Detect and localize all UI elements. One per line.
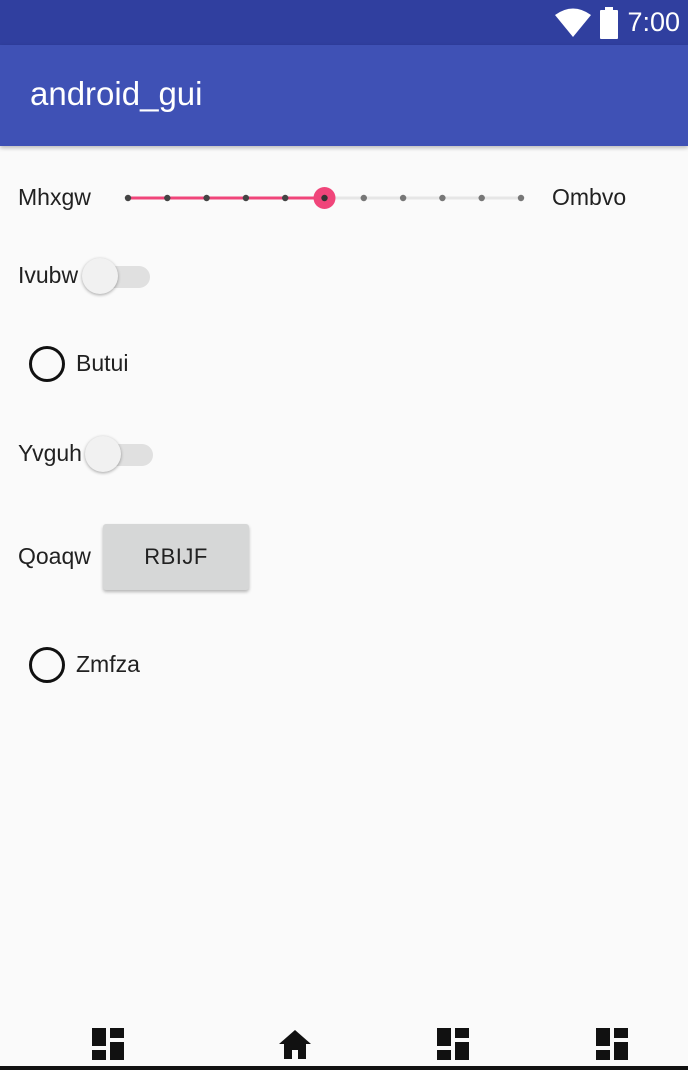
radio-ring xyxy=(29,647,65,683)
switch-thumb[interactable] xyxy=(82,258,118,294)
status-time: 7:00 xyxy=(627,7,680,37)
switch-thumb[interactable] xyxy=(85,436,121,472)
seekbar-thumb-center xyxy=(321,194,328,202)
seekbar-tick-mark xyxy=(478,194,485,202)
app-title: android_gui xyxy=(30,75,203,112)
wifi-icon xyxy=(555,8,592,37)
switch-label-yvguh: Yvguh xyxy=(18,440,82,466)
seekbar-tick-mark xyxy=(242,194,250,202)
seekbar-start-label: Mhxgw xyxy=(18,184,91,210)
dashboard-icon[interactable] xyxy=(435,1026,471,1062)
navigation-bar xyxy=(0,1020,688,1070)
button-row-label: Qoaqw xyxy=(18,543,91,569)
status-bar: 7:00 xyxy=(0,0,688,45)
battery-icon xyxy=(600,6,619,39)
dashboard-icon[interactable] xyxy=(594,1026,630,1062)
radio-zmfza[interactable] xyxy=(27,645,67,685)
radio-label-zmfza[interactable]: Zmfza xyxy=(76,651,140,678)
dashboard-icon[interactable] xyxy=(90,1026,126,1062)
seekbar-end-label: Ombvo xyxy=(552,184,627,210)
home-icon[interactable] xyxy=(277,1026,313,1062)
seekbar-track[interactable] xyxy=(118,180,538,216)
discrete-seekbar[interactable] xyxy=(118,180,538,216)
seekbar-tick-mark xyxy=(164,194,171,202)
rbijf-button[interactable]: RBIJF xyxy=(103,524,249,590)
seekbar-tick-mark xyxy=(360,194,367,202)
nav-bar-divider xyxy=(0,1066,688,1070)
seekbar-tick-mark xyxy=(517,194,525,202)
app-bar: android_gui xyxy=(0,45,688,146)
status-icons: 7:00 xyxy=(555,0,680,45)
seekbar-tick-mark xyxy=(399,194,407,202)
seekbar-tick-mark xyxy=(439,194,446,202)
seekbar-tick-mark xyxy=(203,194,210,202)
radio-butui[interactable] xyxy=(27,344,67,384)
radio-label-butui[interactable]: Butui xyxy=(76,350,128,377)
switch-label-ivubw: Ivubw xyxy=(18,262,79,288)
switch-ivubw[interactable] xyxy=(82,256,152,296)
seekbar-tick-mark xyxy=(124,194,132,202)
radio-ring xyxy=(29,346,65,382)
seekbar-tick-mark xyxy=(282,194,289,202)
switch-yvguh[interactable] xyxy=(85,434,155,474)
